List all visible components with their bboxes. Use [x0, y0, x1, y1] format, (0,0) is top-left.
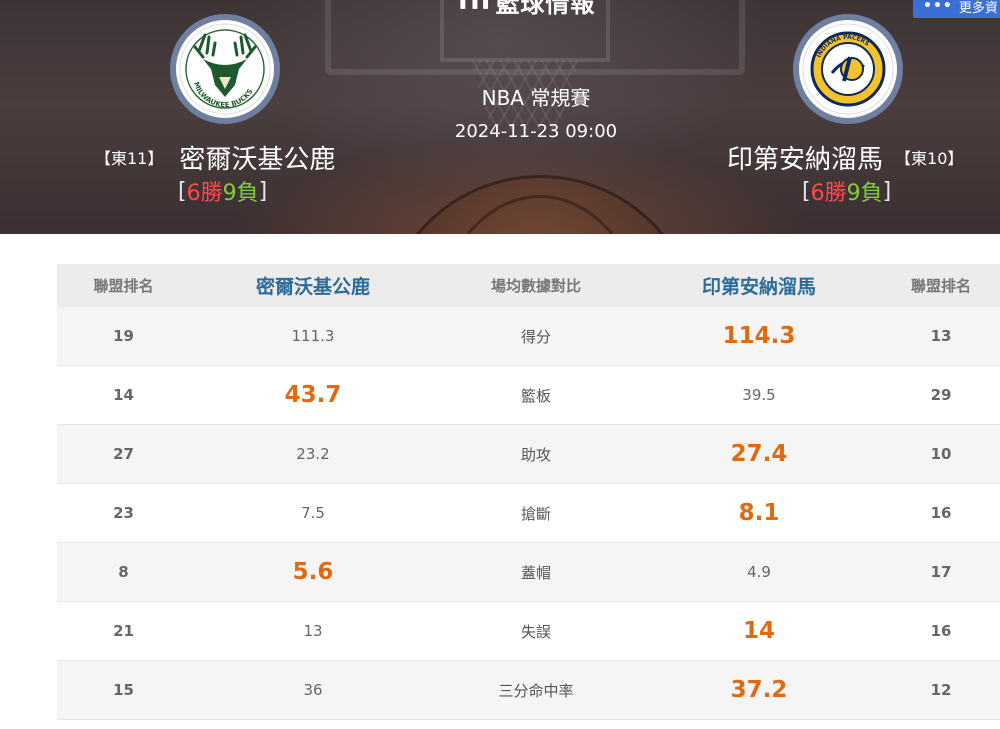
table-row: 27 23.2 助攻 27.4 10 [57, 425, 1000, 484]
stat-label-cell: 失誤 [520, 622, 551, 641]
col-header-stat: 場均數據對比 [490, 277, 581, 295]
home-team-name[interactable]: 密爾沃基公鹿 [179, 139, 335, 176]
home-losses: 9負 [222, 181, 259, 206]
table-row: 8 5.6 蓋帽 4.9 17 [57, 543, 1000, 602]
stat-label-cell: 三分命中率 [498, 681, 574, 700]
stat-label-cell: 搶斷 [520, 504, 551, 523]
away-value-cell: 27.4 [730, 441, 788, 467]
away-losses: 9負 [846, 181, 883, 206]
stats-comparison-table: 聯盟排名 密爾沃基公鹿 場均數據對比 印第安納溜馬 聯盟排名 19 111.3 得分… [57, 264, 1000, 720]
stat-label-cell: 助攻 [520, 445, 551, 464]
away-rank-cell: 10 [930, 445, 952, 463]
site-title: ΠΙ 籃球情報 [458, 0, 595, 18]
home-team-record: [6勝 9負] [178, 176, 267, 207]
col-header-away-team[interactable]: 印第安納溜馬 [636, 272, 882, 299]
away-rank-cell: 16 [930, 504, 952, 522]
more-button[interactable]: ••• 更多資 [913, 0, 1000, 18]
away-value-cell: 37.2 [730, 677, 788, 703]
pacers-logo-icon: INDIANA PACERS [802, 23, 894, 115]
home-value-cell: 13 [303, 622, 323, 640]
away-team-record: [6勝 9負] [802, 176, 891, 207]
stat-label-cell: 蓋帽 [520, 563, 551, 582]
more-dots-icon: ••• [923, 0, 953, 14]
home-conf-rank: 【東11】 [95, 149, 164, 168]
away-team-name[interactable]: 印第安納溜馬 [727, 139, 883, 176]
table-row: 23 7.5 搶斷 8.1 16 [57, 484, 1000, 543]
col-header-home-team[interactable]: 密爾沃基公鹿 [190, 272, 436, 299]
away-wins: 6勝 [810, 181, 847, 206]
home-rank-cell: 14 [113, 386, 134, 404]
site-logo-icon: ΠΙ [458, 0, 492, 16]
away-value-cell: 4.9 [747, 563, 771, 581]
table-header-row: 聯盟排名 密爾沃基公鹿 場均數據對比 印第安納溜馬 聯盟排名 [57, 264, 1000, 307]
away-value-cell: 39.5 [742, 386, 776, 404]
home-value-cell: 43.7 [284, 382, 342, 408]
stat-label-cell: 得分 [520, 327, 551, 346]
table-row: 19 111.3 得分 114.3 13 [57, 307, 1000, 366]
col-header-home-rank: 聯盟排名 [93, 277, 154, 295]
home-rank-cell: 21 [113, 622, 134, 640]
col-header-away-rank: 聯盟排名 [910, 277, 971, 295]
away-value-cell: 14 [742, 618, 775, 644]
bucks-logo-icon: MILWAUKEE BUCKS [179, 23, 271, 115]
away-value-cell: 8.1 [738, 500, 780, 526]
home-team-logo[interactable]: MILWAUKEE BUCKS [170, 14, 280, 124]
home-value-cell: 7.5 [301, 504, 325, 522]
home-rank-cell: 23 [113, 504, 134, 522]
away-rank-cell: 13 [930, 327, 952, 345]
home-rank-cell: 19 [113, 327, 134, 345]
away-team-info: 印第安納溜馬 【東10】 [727, 139, 964, 176]
away-rank-cell: 29 [930, 386, 952, 404]
home-rank-cell: 15 [113, 681, 134, 699]
stat-label-cell: 籃板 [520, 386, 551, 405]
away-rank-cell: 16 [930, 622, 952, 640]
away-conf-rank: 【東10】 [895, 149, 964, 168]
home-rank-cell: 27 [113, 445, 134, 463]
home-value-cell: 36 [303, 681, 323, 699]
away-value-cell: 114.3 [722, 323, 796, 349]
home-value-cell: 111.3 [291, 327, 335, 345]
site-title-text: 籃球情報 [495, 0, 596, 18]
home-value-cell: 23.2 [296, 445, 330, 463]
away-rank-cell: 17 [930, 563, 952, 581]
league-name: NBA 常規賽 [481, 86, 591, 110]
home-team-info: 【東11】 密爾沃基公鹿 [95, 139, 335, 176]
match-header: ΠΙ 籃球情報 ••• 更多資 MILWAUKEE BUCKS INDIANA … [0, 0, 1000, 234]
more-button-label: 更多資 [958, 0, 998, 16]
home-rank-cell: 8 [118, 563, 129, 581]
match-datetime: 2024-11-23 09:00 [454, 121, 618, 142]
home-wins: 6勝 [186, 181, 223, 206]
table-row: 14 43.7 籃板 39.5 29 [57, 366, 1000, 425]
table-row: 21 13 失誤 14 16 [57, 602, 1000, 661]
table-row: 15 36 三分命中率 37.2 12 [57, 661, 1000, 720]
away-rank-cell: 12 [930, 681, 952, 699]
home-value-cell: 5.6 [292, 559, 334, 585]
away-team-logo[interactable]: INDIANA PACERS [793, 14, 903, 124]
